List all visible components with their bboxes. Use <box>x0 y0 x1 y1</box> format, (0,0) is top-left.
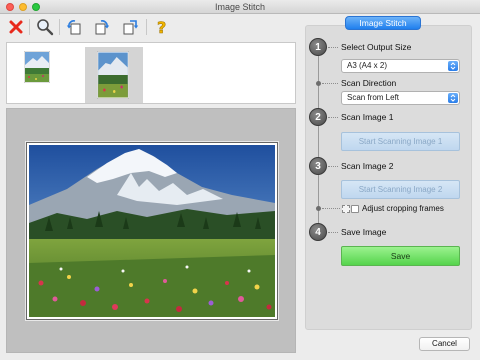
output-size-select[interactable]: A3 (A4 x 2) <box>341 59 460 73</box>
cancel-button[interactable]: Cancel <box>419 337 470 351</box>
zoom-button[interactable] <box>35 17 55 37</box>
window-title: Image Stitch <box>214 2 266 12</box>
step-2-badge: 2 <box>309 108 327 126</box>
step-leader <box>328 47 338 48</box>
adjust-cropping-checkbox[interactable] <box>351 205 359 213</box>
toolbar-separator <box>146 19 147 35</box>
rotate-right-icon <box>95 20 110 35</box>
help-button[interactable]: ? <box>152 17 172 37</box>
step-1-badge: 1 <box>309 38 327 56</box>
step-leader <box>322 208 340 209</box>
preview-area <box>6 108 296 353</box>
step-4-badge: 4 <box>309 223 327 241</box>
svg-text:?: ? <box>157 18 166 36</box>
thumbnail-strip <box>6 42 296 104</box>
rotate-left-icon <box>66 20 81 35</box>
magnifier-icon <box>37 19 54 36</box>
step-connector-line <box>318 50 319 230</box>
start-scanning-image-2-button[interactable]: Start Scanning Image 2 <box>341 180 460 199</box>
step-leader <box>328 117 338 118</box>
crop-frame-icon <box>342 205 350 213</box>
scan-direction-label: Scan Direction <box>341 78 397 88</box>
start-scanning-image-1-button[interactable]: Start Scanning Image 1 <box>341 132 460 151</box>
delete-button[interactable] <box>6 17 26 37</box>
panel-tab-image-stitch[interactable]: Image Stitch <box>345 16 421 30</box>
scanned-image[interactable] <box>26 142 278 320</box>
step-leader <box>322 83 338 84</box>
flip-icon <box>123 20 139 35</box>
toolbar-separator <box>29 19 30 35</box>
step-2-label: Scan Image 1 <box>341 112 394 122</box>
step-leader <box>328 232 338 233</box>
step-dot <box>316 81 321 86</box>
step-dot <box>316 206 321 211</box>
thumbnail-selection[interactable] <box>85 47 143 103</box>
toolbar-separator <box>59 19 60 35</box>
chevron-updown-icon <box>448 93 458 103</box>
output-size-value: A3 (A4 x 2) <box>347 61 388 70</box>
question-icon: ? <box>157 18 167 36</box>
thumbnail-image-2[interactable] <box>96 50 130 100</box>
step-leader <box>328 166 338 167</box>
step-3-label: Scan Image 2 <box>341 161 394 171</box>
scan-direction-value: Scan from Left <box>347 93 400 102</box>
title-bar: Image Stitch <box>0 0 480 14</box>
step-1-label: Select Output Size <box>341 42 412 52</box>
red-x-icon <box>9 20 23 34</box>
chevron-updown-icon <box>448 61 458 71</box>
step-4-label: Save Image <box>341 227 387 237</box>
rotate-right-button[interactable] <box>92 17 112 37</box>
flip-button[interactable] <box>120 17 140 37</box>
thumbnail-image-1[interactable] <box>23 50 51 84</box>
adjust-cropping-label: Adjust cropping frames <box>362 204 444 213</box>
rotate-left-button[interactable] <box>64 17 84 37</box>
step-3-badge: 3 <box>309 157 327 175</box>
save-button[interactable]: Save <box>341 246 460 266</box>
scan-direction-select[interactable]: Scan from Left <box>341 91 460 105</box>
